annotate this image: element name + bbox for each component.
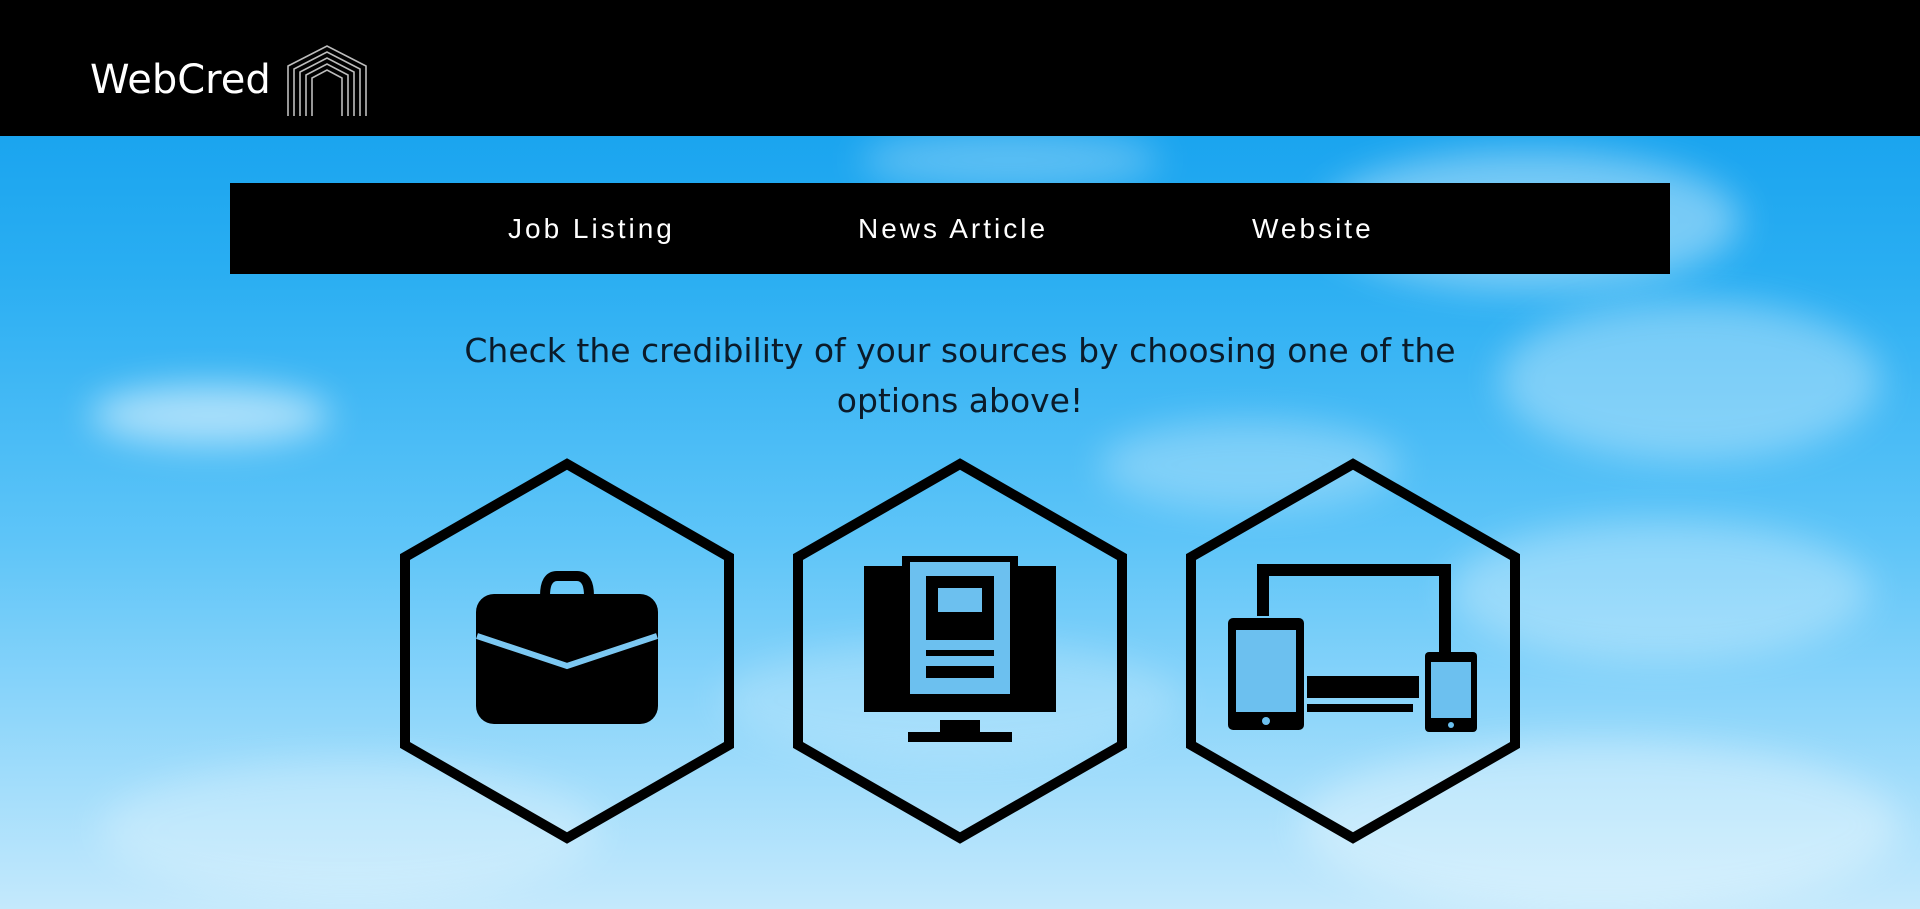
tagline-text: Check the credibility of your sources by… (464, 331, 1456, 420)
category-nav: Job Listing News Article Website (230, 183, 1670, 274)
nav-job-listing[interactable]: Job Listing (508, 183, 675, 274)
brand-home-link[interactable]: WebCred (90, 44, 369, 116)
job-listing-option[interactable] (397, 458, 737, 844)
news-monitor-icon (864, 556, 1056, 742)
nav-news-article[interactable]: News Article (858, 183, 1048, 274)
website-option[interactable] (1183, 458, 1523, 844)
devices-icon (1228, 564, 1477, 732)
brand-name: WebCred (90, 57, 271, 103)
arch-logo-icon (286, 45, 367, 116)
nav-website[interactable]: Website (1252, 183, 1374, 274)
news-article-option[interactable] (790, 458, 1130, 844)
briefcase-icon (476, 571, 658, 724)
top-header: WebCred (0, 0, 1920, 136)
